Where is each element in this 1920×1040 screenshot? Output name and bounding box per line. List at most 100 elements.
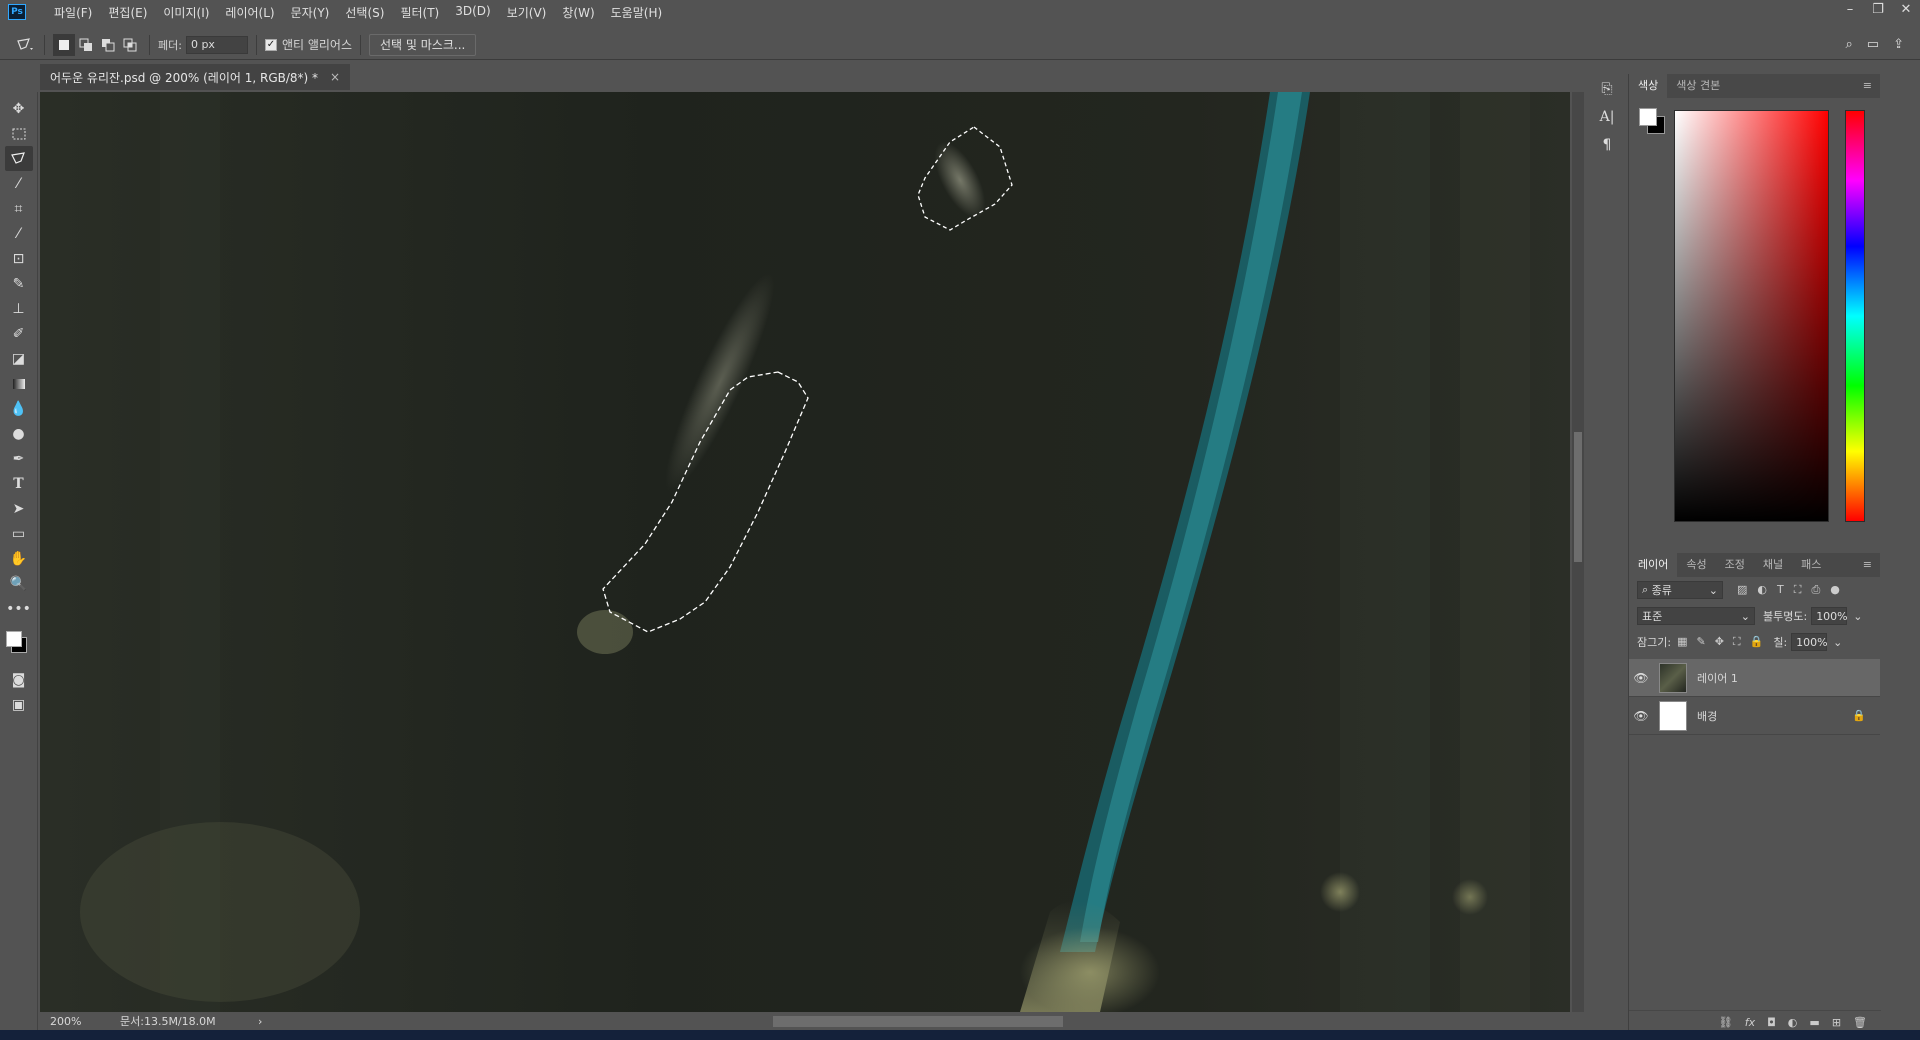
fill-input[interactable]: 100% (1791, 633, 1828, 651)
add-selection-icon[interactable] (75, 34, 97, 56)
layer-name[interactable]: 배경 (1697, 708, 1717, 724)
search-icon[interactable]: ⌕ (1846, 37, 1853, 52)
link-layers-icon[interactable]: ⛓ (1719, 1016, 1733, 1029)
filter-type-icon[interactable]: T (1777, 583, 1784, 597)
layer-row[interactable]: 👁 레이어 1 (1629, 659, 1880, 697)
tab-channels[interactable]: 채널 (1754, 553, 1792, 577)
lasso-preset-icon[interactable] (14, 34, 36, 56)
rectangle-tool-icon[interactable]: ▭ (5, 521, 33, 546)
feather-input[interactable] (185, 35, 248, 54)
filter-smart-object-icon[interactable]: ⎙ (1811, 583, 1820, 597)
visibility-eye-icon[interactable]: 👁 (1629, 709, 1653, 723)
lock-artboard-icon[interactable]: ⛶ (1733, 635, 1741, 649)
polygonal-lasso-tool-icon[interactable] (4, 146, 33, 171)
tab-color[interactable]: 색상 (1629, 74, 1668, 98)
move-tool-icon[interactable]: ✥ (5, 96, 33, 121)
hand-tool-icon[interactable]: ✋ (5, 546, 33, 571)
type-tool-icon[interactable]: T (5, 471, 33, 496)
document-tab[interactable]: 어두운 유리잔.psd @ 200% (레이어 1, RGB/8*) * × (40, 64, 351, 90)
select-and-mask-button[interactable]: 선택 및 마스크... (369, 33, 477, 56)
close-document-icon[interactable]: × (330, 70, 340, 84)
menu-type[interactable]: 문자(Y) (283, 4, 338, 21)
subtract-selection-icon[interactable] (97, 34, 119, 56)
hue-slider[interactable] (1845, 110, 1865, 522)
chevron-down-icon[interactable]: ⌄ (1833, 636, 1842, 649)
layer-row[interactable]: 👁 배경 🔒 (1629, 697, 1880, 735)
vertical-scrollbar[interactable] (1572, 92, 1584, 1012)
blend-mode-select[interactable]: 표준 ⌄ (1637, 607, 1755, 625)
paragraph-panel-icon[interactable]: ¶ (1593, 132, 1621, 158)
menu-edit[interactable]: 편집(E) (100, 4, 155, 21)
add-mask-icon[interactable]: ◘ (1767, 1016, 1776, 1029)
brush-tool-icon[interactable]: ✎ (5, 271, 33, 296)
color-panel-menu-icon[interactable]: ≡ (1854, 74, 1880, 98)
history-panel-icon[interactable]: ⎘ (1593, 76, 1621, 102)
path-selection-tool-icon[interactable]: ➤ (5, 496, 33, 521)
document-canvas[interactable] (40, 92, 1570, 1012)
pen-tool-icon[interactable]: ✒ (5, 446, 33, 471)
menu-view[interactable]: 보기(V) (499, 4, 555, 21)
chevron-down-icon[interactable]: ⌄ (1853, 610, 1862, 623)
tab-layers[interactable]: 레이어 (1629, 553, 1678, 577)
marquee-tool-icon[interactable] (5, 121, 33, 146)
filter-toggle-icon[interactable]: ● (1830, 583, 1840, 597)
menu-select[interactable]: 선택(S) (337, 4, 392, 21)
layer-name[interactable]: 레이어 1 (1697, 670, 1738, 686)
share-icon[interactable]: ⇪ (1893, 37, 1904, 52)
blur-tool-icon[interactable]: 💧 (5, 396, 33, 421)
delete-layer-icon[interactable]: 🗑 (1853, 1016, 1867, 1029)
workspace-icon[interactable]: ▭ (1867, 37, 1879, 52)
menu-window[interactable]: 창(W) (554, 4, 602, 21)
intersect-selection-icon[interactable] (119, 34, 141, 56)
filter-shape-icon[interactable]: ⛶ (1794, 583, 1802, 597)
layers-panel-menu-icon[interactable]: ≡ (1854, 553, 1880, 577)
dodge-tool-icon[interactable]: ● (5, 421, 33, 446)
menu-filter[interactable]: 필터(T) (392, 4, 447, 21)
quick-mask-icon[interactable]: ◙ (5, 667, 33, 692)
clone-stamp-tool-icon[interactable]: ⊥ (5, 296, 33, 321)
layer-style-icon[interactable]: fx (1745, 1016, 1755, 1029)
color-picker-field[interactable] (1674, 110, 1829, 522)
lock-position-icon[interactable]: ✥ (1715, 635, 1724, 649)
gradient-tool-icon[interactable] (5, 371, 33, 396)
screen-mode-icon[interactable]: ▣ (5, 692, 33, 717)
adjustment-layer-icon[interactable]: ◐ (1788, 1016, 1798, 1029)
tab-swatches[interactable]: 색상 견본 (1667, 74, 1729, 98)
opacity-input[interactable]: 100% (1811, 607, 1848, 625)
menu-3d[interactable]: 3D(D) (447, 4, 498, 21)
patch-tool-icon[interactable]: ⊡ (5, 246, 33, 271)
color-swatches[interactable] (5, 627, 33, 667)
close-window-button[interactable]: ✕ (1892, 0, 1920, 20)
status-menu-arrow[interactable]: › (258, 1015, 262, 1028)
new-layer-icon[interactable]: ⊞ (1832, 1016, 1841, 1029)
vertical-scroll-thumb[interactable] (1574, 432, 1582, 562)
tab-adjustments[interactable]: 조정 (1716, 553, 1754, 577)
visibility-eye-icon[interactable]: 👁 (1629, 671, 1653, 685)
menu-help[interactable]: 도움말(H) (603, 4, 671, 21)
magic-wand-tool-icon[interactable]: ⁄ (5, 171, 33, 196)
lock-all-icon[interactable]: 🔒 (1750, 635, 1764, 649)
menu-image[interactable]: 이미지(I) (155, 4, 217, 21)
history-brush-tool-icon[interactable]: ✐ (5, 321, 33, 346)
eyedropper-tool-icon[interactable]: ⁄ (5, 221, 33, 246)
filter-adjustment-icon[interactable]: ◐ (1757, 583, 1767, 597)
menu-file[interactable]: 파일(F) (46, 4, 100, 21)
tab-paths[interactable]: 패스 (1792, 553, 1830, 577)
minimize-button[interactable]: – (1836, 0, 1864, 20)
crop-tool-icon[interactable]: ⌗ (5, 196, 33, 221)
new-selection-icon[interactable] (53, 33, 75, 56)
new-group-icon[interactable]: ▬ (1809, 1016, 1819, 1029)
character-panel-icon[interactable]: A| (1593, 104, 1621, 130)
antialias-checkbox[interactable]: ✓ (264, 38, 277, 51)
tab-properties[interactable]: 속성 (1677, 553, 1715, 577)
more-tools-icon[interactable]: ••• (5, 596, 33, 621)
zoom-tool-icon[interactable]: 🔍 (5, 571, 33, 596)
zoom-level[interactable]: 200% (50, 1015, 110, 1028)
horizontal-scroll-thumb[interactable] (773, 1016, 1063, 1027)
menu-layer[interactable]: 레이어(L) (217, 4, 282, 21)
filter-pixel-icon[interactable]: ▨ (1737, 583, 1747, 597)
layer-filter-select[interactable]: ⌕ 종류 ⌄ (1637, 581, 1723, 599)
eraser-tool-icon[interactable]: ◪ (5, 346, 33, 371)
lock-transparent-icon[interactable]: ▦ (1677, 635, 1687, 649)
foreground-color-swatch[interactable] (1639, 108, 1657, 126)
